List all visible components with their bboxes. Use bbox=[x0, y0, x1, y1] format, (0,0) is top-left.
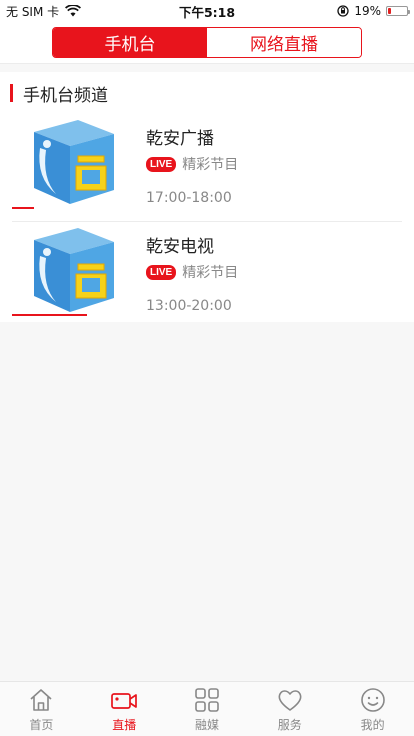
carrier-label: 无 SIM 卡 bbox=[6, 4, 60, 19]
home-icon bbox=[30, 688, 52, 711]
program-name: 精彩节目 bbox=[182, 265, 239, 281]
status-time: 下午5:18 bbox=[178, 4, 236, 20]
bottom-tab-bar: 首页 直播 融媒 服务 我的 bbox=[0, 681, 414, 736]
progress-bar bbox=[12, 207, 34, 209]
program-time: 13:00-20:00 bbox=[146, 298, 232, 314]
live-badge: LIVE bbox=[146, 264, 177, 280]
progress-bar bbox=[12, 314, 87, 316]
tab-label: 直播 bbox=[112, 717, 137, 732]
battery-percent: 19% bbox=[354, 4, 381, 18]
tab-mobile-station[interactable]: 手机台 bbox=[53, 28, 207, 57]
live-badge: LIVE bbox=[146, 156, 177, 172]
tab-home[interactable]: 首页 bbox=[0, 682, 83, 736]
channel-list: 手机台频道 乾安广播 LIVE 精彩节目 17:00-18:00 乾安电视 LI… bbox=[0, 72, 414, 322]
header: 手机台 网络直播 bbox=[0, 22, 414, 64]
section-accent-bar bbox=[10, 84, 13, 102]
tab-network-live[interactable]: 网络直播 bbox=[207, 28, 361, 57]
grid-icon bbox=[195, 687, 219, 712]
tab-service[interactable]: 服务 bbox=[248, 682, 331, 736]
tab-media[interactable]: 融媒 bbox=[166, 682, 249, 736]
tab-label: 首页 bbox=[29, 717, 54, 732]
channel-item[interactable]: 乾安广播 LIVE 精彩节目 17:00-18:00 bbox=[12, 114, 402, 221]
channel-thumbnail-cube-icon bbox=[34, 228, 114, 312]
tab-label: 服务 bbox=[277, 717, 302, 732]
video-camera-icon bbox=[111, 692, 138, 709]
battery-icon bbox=[386, 6, 410, 16]
channel-thumbnail-cube-icon bbox=[34, 120, 114, 204]
channel-item[interactable]: 乾安电视 LIVE 精彩节目 13:00-20:00 bbox=[12, 221, 402, 328]
tab-label: 融媒 bbox=[194, 717, 219, 732]
smiley-icon bbox=[360, 687, 385, 712]
segmented-control: 手机台 网络直播 bbox=[52, 27, 362, 58]
tab-mine[interactable]: 我的 bbox=[331, 682, 414, 736]
orientation-lock-icon bbox=[337, 5, 349, 17]
channel-name: 乾安电视 bbox=[146, 237, 214, 257]
program-name: 精彩节目 bbox=[182, 157, 239, 173]
section-title: 手机台频道 bbox=[23, 85, 108, 106]
wifi-icon bbox=[65, 5, 82, 17]
heart-icon bbox=[278, 689, 302, 711]
tab-label: 我的 bbox=[360, 717, 385, 732]
program-time: 17:00-18:00 bbox=[146, 190, 232, 206]
battery-level bbox=[388, 8, 392, 14]
status-bar: 无 SIM 卡 下午5:18 19% bbox=[0, 0, 414, 22]
channel-name: 乾安广播 bbox=[146, 129, 214, 149]
section-header: 手机台频道 bbox=[0, 72, 414, 114]
tab-live[interactable]: 直播 bbox=[83, 682, 166, 736]
